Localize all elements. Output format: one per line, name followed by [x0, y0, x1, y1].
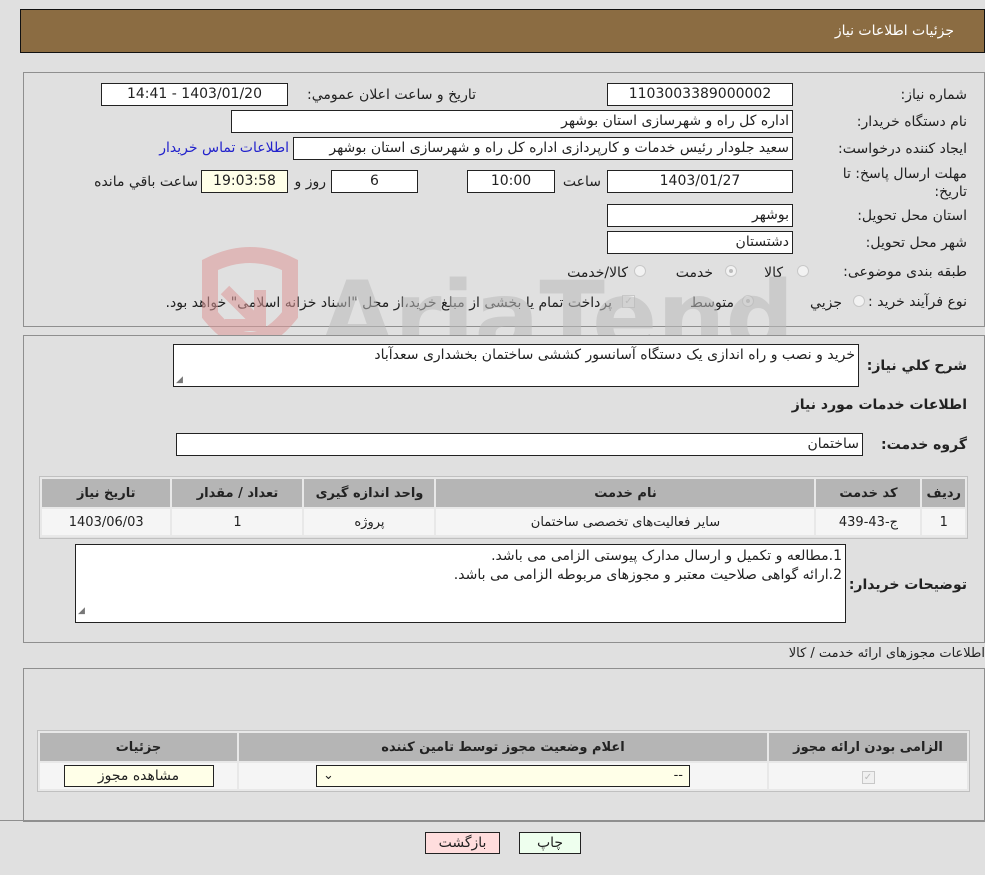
permits-section-title: اطلاعات مجوزهای ارائه خدمت / کالا: [788, 646, 985, 661]
buyer-org-label: نام دستگاه خريدار:: [856, 114, 967, 130]
cell-permit-status: -- ⌄: [237, 761, 769, 791]
category-option-goods: کالا: [764, 265, 783, 281]
service-group-label: گروه خدمت:: [881, 437, 967, 453]
cell-need-date: 1403/06/03: [39, 507, 173, 537]
back-button[interactable]: بازگشت: [425, 832, 500, 854]
view-permit-button[interactable]: مشاهده مجوز: [63, 765, 214, 787]
description-textarea[interactable]: خريد و نصب و راه اندازی يک دستگاه آسانسو…: [173, 344, 859, 387]
col-unit: واحد اندازه گيری: [302, 477, 437, 509]
cell-quantity: 1: [170, 507, 305, 537]
purchase-option-medium: متوسط: [690, 295, 734, 311]
buyer-note-line-1: 1.مطالعه و تکميل و ارسال مدارک پيوستی ال…: [491, 548, 842, 564]
col-need-date: تاريخ نياز: [39, 477, 173, 509]
col-service-name: نام خدمت: [434, 477, 817, 509]
remaining-time-label: ساعت باقي مانده: [94, 174, 198, 190]
announce-datetime-label: تاريخ و ساعت اعلان عمومي:: [307, 87, 476, 103]
cell-row-number: 1: [920, 507, 967, 537]
category-option-service: خدمت: [675, 265, 713, 281]
category-radio-goods-service[interactable]: [634, 265, 646, 277]
cell-service-code: ج-43-439: [814, 507, 923, 537]
table-row: 1 ج-43-439 ساير فعاليت‌های تخصصی ساختمان…: [39, 507, 967, 537]
city-field: دشتستان: [607, 231, 793, 254]
cell-service-name: ساير فعاليت‌های تخصصی ساختمان: [434, 507, 817, 537]
description-text: خريد و نصب و راه اندازی يک دستگاه آسانسو…: [374, 347, 855, 363]
chevron-down-icon: ⌄: [323, 768, 334, 783]
purchase-option-minor: جزيي: [810, 295, 842, 311]
col-service-code: کد خدمت: [814, 477, 923, 509]
deadline-date-field: 1403/01/27: [607, 170, 793, 193]
col-permit-status: اعلام وضعيت مجوز توسط تامين کننده: [237, 731, 769, 763]
deadline-time-label: ساعت: [562, 174, 601, 190]
buyer-notes-textarea[interactable]: 1.مطالعه و تکميل و ارسال مدارک پيوستی ال…: [75, 544, 846, 623]
cell-permit-details: مشاهده مجوز: [38, 761, 239, 791]
cell-unit: پروژه: [302, 507, 437, 537]
col-quantity: تعداد / مقدار: [170, 477, 305, 509]
page-header: جزئیات اطلاعات نیاز: [20, 9, 985, 53]
resize-handle-icon[interactable]: ◢: [78, 602, 85, 621]
requester-label: ايجاد کننده درخواست:: [838, 141, 967, 157]
remaining-time-field: 19:03:58: [201, 170, 288, 193]
page-title: جزئیات اطلاعات نیاز: [834, 23, 954, 39]
services-table: رديف کد خدمت نام خدمت واحد اندازه گيری ت…: [39, 477, 967, 537]
bottom-divider: [0, 820, 985, 821]
resize-handle-icon[interactable]: ◢: [176, 375, 183, 385]
announce-datetime-field: 1403/01/20 - 14:41: [101, 83, 288, 106]
service-group-field: ساختمان: [176, 433, 863, 456]
print-button[interactable]: چاپ: [519, 832, 581, 854]
buyer-contact-link[interactable]: اطلاعات تماس خريدار: [159, 140, 289, 156]
need-number-field: 1103003389000002: [607, 83, 793, 106]
purchase-type-label: نوع فرآيند خريد :: [868, 294, 967, 310]
deadline-time-field: 10:00: [467, 170, 555, 193]
permits-table-header: الزامی بودن ارائه مجوز اعلام وضعيت مجوز …: [38, 731, 969, 763]
deadline-label: مهلت ارسال پاسخ: تا تاريخ:: [842, 166, 967, 200]
province-field: بوشهر: [607, 204, 793, 227]
purchase-radio-medium[interactable]: [742, 295, 754, 307]
permits-table: الزامی بودن ارائه مجوز اعلام وضعيت مجوز …: [38, 731, 969, 791]
city-label: شهر محل تحويل:: [865, 235, 967, 251]
requester-field: سعید جلودار رئیس خدمات و کارپردازی اداره…: [293, 137, 793, 160]
province-label: استان محل تحويل:: [857, 208, 967, 224]
buyer-notes-label: توضيحات خريدار:: [848, 577, 967, 593]
buyer-note-line-2: 2.ارائه گواهی صلاحيت معتبر و مجوزهای مرب…: [453, 567, 842, 583]
category-label: طبقه بندی موضوعی:: [843, 264, 967, 280]
need-number-label: شماره نیاز:: [900, 87, 968, 103]
purchase-radio-minor[interactable]: [853, 295, 865, 307]
services-section-title: اطلاعات خدمات مورد نياز: [791, 397, 967, 413]
treasury-checkbox[interactable]: ✓: [622, 295, 635, 308]
col-permit-details: جزئيات: [38, 731, 239, 763]
table-row: ✓ -- ⌄ مشاهده مجوز: [38, 761, 969, 791]
description-label: شرح کلي نياز:: [866, 358, 967, 374]
services-table-header: رديف کد خدمت نام خدمت واحد اندازه گيری ت…: [39, 477, 967, 509]
col-permit-required: الزامی بودن ارائه مجوز: [767, 731, 969, 763]
treasury-checkbox-label: پرداخت تمام يا بخشی از مبلغ خريد،از محل …: [165, 295, 612, 311]
buyer-org-field: اداره کل راه و شهرسازی استان بوشهر: [231, 110, 793, 133]
permit-status-select[interactable]: -- ⌄: [316, 765, 690, 787]
category-option-goods-service: کالا/خدمت: [567, 265, 628, 281]
cell-permit-required: ✓: [767, 761, 969, 791]
remaining-days-label: روز و: [294, 174, 327, 190]
category-radio-service[interactable]: [725, 265, 737, 277]
category-radio-goods[interactable]: [797, 265, 809, 277]
remaining-days-field: 6: [331, 170, 418, 193]
permit-status-value: --: [673, 768, 683, 783]
col-row-number: رديف: [920, 477, 967, 509]
permit-required-checkbox[interactable]: ✓: [861, 770, 875, 784]
